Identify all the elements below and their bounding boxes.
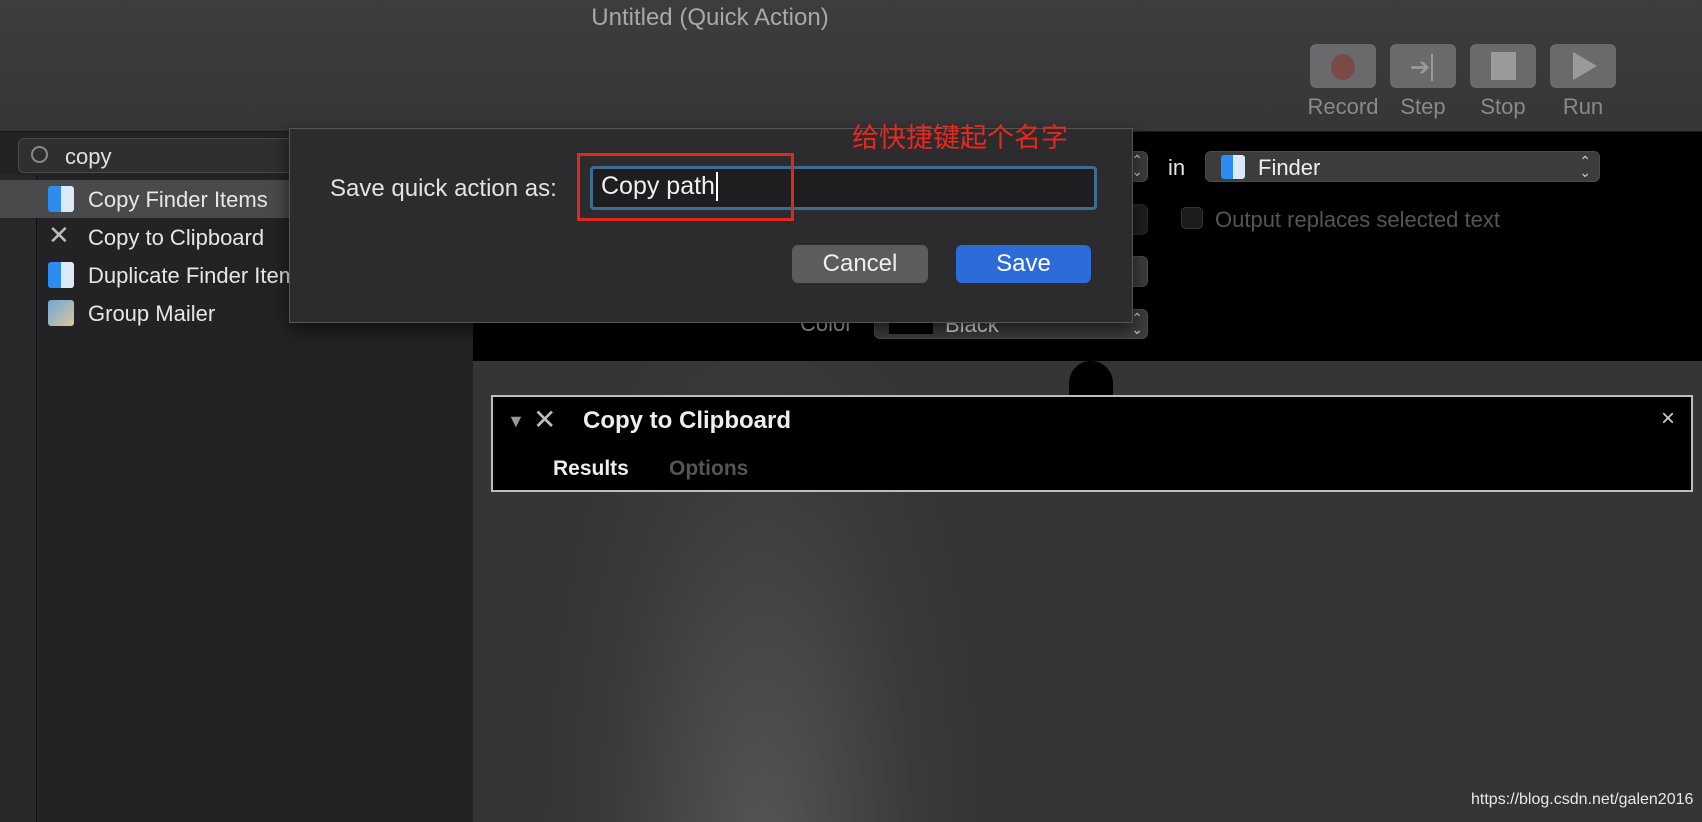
step-label: Step: [1400, 94, 1446, 119]
chevron-updown-icon: ⌃ ⌄: [1131, 152, 1143, 179]
finder-icon: [48, 262, 74, 288]
window-title: Untitled (Quick Action): [591, 4, 829, 31]
action-copy-to-clipboard: ▼ ✕ Copy to Clipboard × Results Options: [491, 395, 1693, 492]
annotation-text: 给快捷键起个名字: [852, 123, 1068, 153]
action-title: Copy to Clipboard: [583, 407, 791, 434]
tools-icon: ✕: [48, 220, 70, 250]
list-item-label: Copy to Clipboard: [88, 225, 265, 250]
disclosure-triangle-icon[interactable]: ▼: [507, 411, 525, 432]
run-button[interactable]: [1550, 44, 1616, 88]
run-label: Run: [1562, 94, 1604, 119]
list-item-label: Copy Finder Items: [88, 187, 268, 212]
watermark: https://blog.csdn.net/galen2016: [1471, 791, 1694, 808]
mail-icon: [48, 300, 74, 326]
in-label: in: [1168, 155, 1186, 180]
titlebar: Untitled (Quick Action) Record ➔ Step St…: [0, 0, 1702, 132]
list-item-label: Duplicate Finder Items: [88, 263, 309, 288]
run-icon: [1573, 52, 1597, 80]
step-button[interactable]: ➔: [1390, 44, 1456, 88]
application-popup[interactable]: Finder ⌃ ⌄: [1205, 151, 1600, 182]
chevron-updown-icon: ⌃ ⌄: [1579, 153, 1591, 180]
stop-icon: [1491, 52, 1516, 80]
output-replaces-label: Output replaces selected text: [1215, 207, 1500, 232]
save-as-label: Save quick action as:: [330, 175, 557, 202]
record-label: Record: [1307, 94, 1379, 119]
search-icon: [31, 146, 48, 163]
finder-icon: [48, 186, 74, 212]
tab-results[interactable]: Results: [553, 457, 629, 481]
annotation-highlight-box: [577, 153, 794, 221]
cancel-button[interactable]: Cancel: [792, 245, 928, 283]
chevron-updown-icon: ⌃ ⌄: [1131, 310, 1143, 337]
record-icon: [1331, 54, 1355, 80]
step-icon: ➔: [1410, 53, 1434, 82]
close-icon[interactable]: ×: [1661, 405, 1675, 433]
application-value: Finder: [1258, 155, 1321, 180]
list-item-label: Group Mailer: [88, 301, 216, 326]
category-column: [0, 175, 37, 822]
tools-icon: ✕: [533, 404, 557, 435]
action-connector: [1069, 361, 1113, 397]
search-value: copy: [65, 144, 112, 169]
record-button[interactable]: [1310, 44, 1376, 88]
stop-label: Stop: [1480, 94, 1526, 119]
tab-options[interactable]: Options: [669, 457, 748, 481]
stop-button[interactable]: [1470, 44, 1536, 88]
output-replaces-checkbox[interactable]: [1181, 207, 1203, 229]
save-button[interactable]: Save: [956, 245, 1091, 283]
search-input[interactable]: copy: [18, 138, 318, 173]
finder-icon: [1221, 155, 1245, 179]
